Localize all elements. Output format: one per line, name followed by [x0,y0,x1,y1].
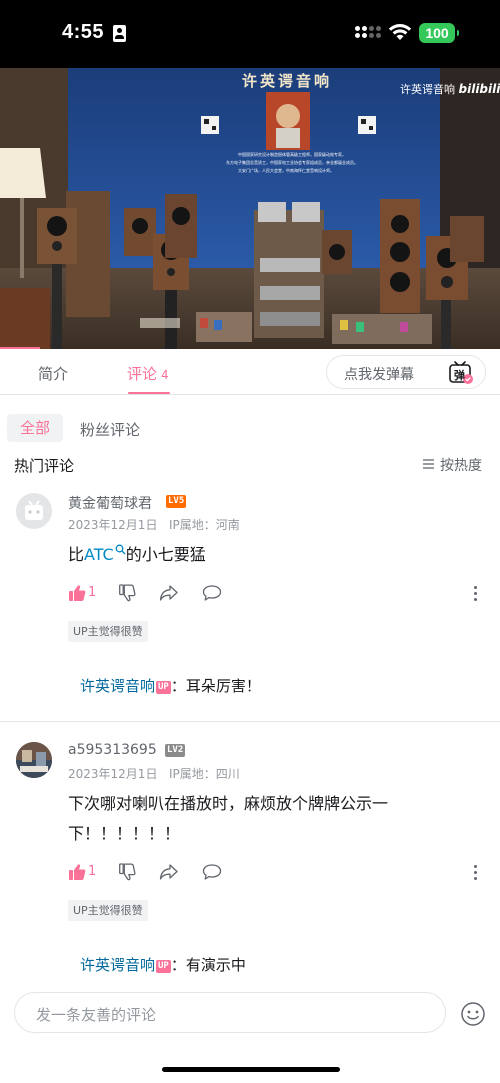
thumb-up-icon [69,864,86,880]
cellular-signal-icon [355,26,381,42]
like-button[interactable]: 1 [68,863,96,885]
share-icon [159,864,178,880]
tab-comments[interactable]: 评论 4 [127,363,169,384]
comment-input[interactable]: 发一条友善的评论 [14,992,446,1033]
video-poster-line-3: 大安门广场，人民大会堂，中南海怀仁堂音响设计师。 [238,168,334,173]
danmaku-placeholder: 点我发弹幕 [344,367,414,383]
comment-date: 2023年12月1日 [68,767,158,781]
tab-intro[interactable]: 简介 [38,363,68,384]
comment-date: 2023年12月1日 [68,518,158,532]
tab-bar: 简介 评论 4 点我发弹幕 弹 [0,349,500,395]
up-reply[interactable]: 许英谔音响 UP ：耳朵厉害！ [80,675,261,696]
reply-text: ：有演示中 [170,956,246,974]
search-icon [115,544,126,555]
tab-comments-count: 4 [161,368,169,382]
reply-button[interactable] [202,863,222,885]
status-bar: 4:55 100 [0,0,500,68]
video-poster-line-1: 中国国家研究设计制造胆体管高级工程师，国家级动效专家， [238,152,346,157]
thumb-down-icon [119,584,136,602]
user-photo-avatar [16,742,52,778]
tab-active-indicator [128,392,170,394]
comment-text: 比ATC 的小七要猛 [68,544,206,564]
reply-button[interactable] [202,584,222,606]
sort-icon[interactable] [422,458,435,470]
dislike-button[interactable] [118,584,136,606]
video-frame-scene [0,68,500,349]
reply-text: ：耳朵厉害！ [170,677,261,695]
comment-text: 下次哪对喇叭在播放时，麻烦放个牌牌公示一 下！！！！！！ [68,794,389,843]
reply-username[interactable]: 许英谔音响 [80,677,155,695]
share-icon [159,585,178,601]
comment-bubble-icon [202,864,222,880]
danmaku-toggle-icon[interactable]: 弹 [448,361,474,385]
like-count: 1 [88,585,97,600]
more-options-icon[interactable] [474,586,478,602]
up-tag: UP [156,960,171,973]
comment-actions: 1 [68,863,488,883]
dislike-button[interactable] [118,863,136,885]
reply-username[interactable]: 许英谔音响 [80,956,155,974]
search-link[interactable]: ATC [84,544,126,564]
video-player[interactable]: 许英谔音响 中国国家研究设计制造胆体管高级工程师，国家级动效专家， 东方电子集团… [0,68,500,349]
thumb-up-icon [69,585,86,601]
comment-divider [0,721,500,722]
emoji-icon[interactable] [460,1001,486,1027]
wifi-icon [388,24,412,40]
video-banner-title: 许英谔音响 [242,72,333,90]
comment-input-bar: 发一条友善的评论 [0,985,500,1083]
default-avatar-icon [25,500,43,520]
avatar[interactable] [16,493,52,529]
avatar[interactable] [16,742,52,778]
video-poster-line-2: 东方电子集团总音质工，中国家电工业协会专家组成员，亲业都展业成员。 [226,160,358,165]
video-watermark: 许英谔音响 bilibili [400,82,500,96]
bilibili-logo: bilibili [458,82,500,96]
comment-ip: IP属地：河南 [169,518,240,532]
up-tag: UP [156,681,171,694]
up-liked-badge: UP主觉得很赞 [68,900,148,921]
home-indicator [162,1067,340,1072]
contact-card-icon [113,25,126,42]
filter-fans-button[interactable]: 粉丝评论 [80,419,140,440]
hot-comments-title: 热门评论 [14,457,75,475]
more-options-icon[interactable] [474,865,478,881]
filter-all-button[interactable]: 全部 [7,414,63,442]
like-button[interactable]: 1 [68,584,96,606]
up-reply[interactable]: 许英谔音响 UP ：有演示中 [80,954,246,975]
comment-username[interactable]: a595313695 [68,742,157,758]
danmaku-input[interactable]: 点我发弹幕 弹 [326,355,486,389]
comment-username[interactable]: 黄金葡萄球君 [68,493,152,513]
sort-by-hot-button[interactable]: 按热度 [440,455,482,475]
comment-actions: 1 [68,584,488,604]
thumb-down-icon [119,863,136,881]
danmaku-icon-char: 弹 [454,369,465,382]
share-button[interactable] [159,863,179,885]
share-button[interactable] [159,584,179,606]
up-liked-badge: UP主觉得很赞 [68,621,148,642]
tab-comments-label: 评论 [127,365,158,383]
comment-input-placeholder: 发一条友善的评论 [36,1006,157,1024]
level-badge: LV2 [165,744,186,757]
level-badge: LV5 [166,495,187,508]
status-time: 4:55 [62,21,105,43]
like-count: 1 [88,864,97,879]
comment-bubble-icon [202,585,222,601]
comment-ip: IP属地：四川 [169,767,240,781]
battery-indicator: 100 [419,23,459,43]
